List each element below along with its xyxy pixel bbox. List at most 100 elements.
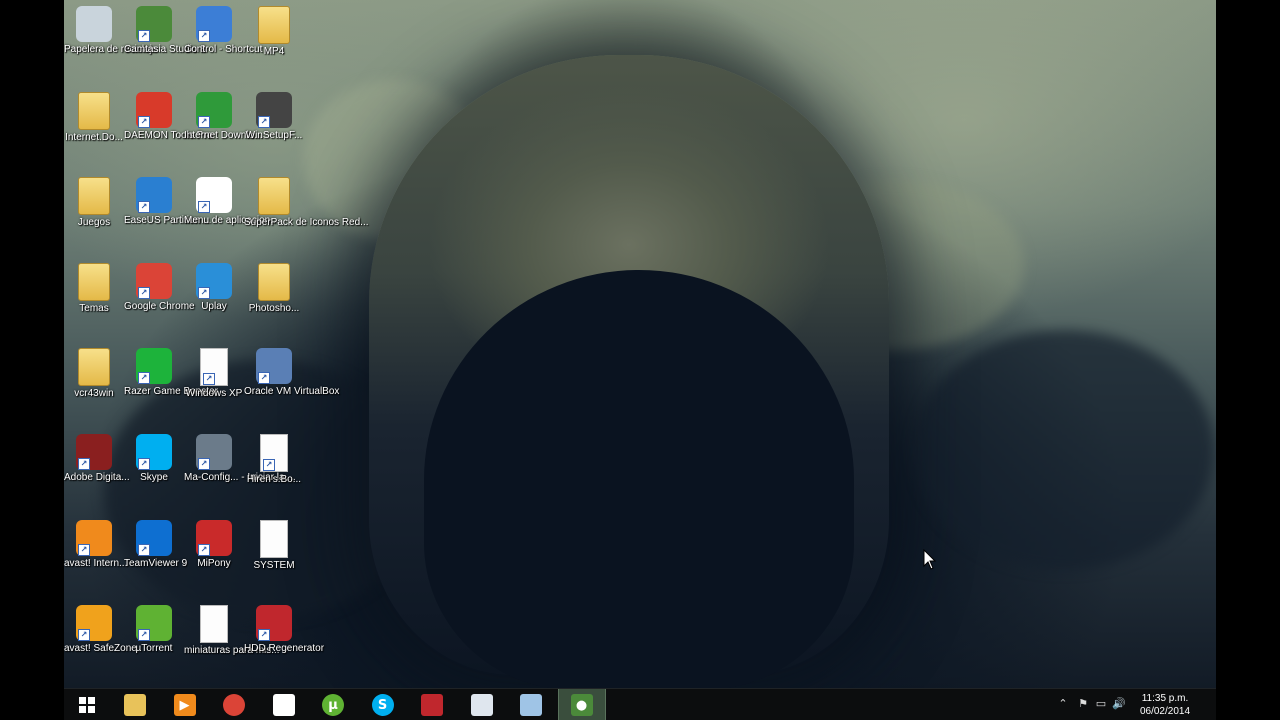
- shortcut-arrow-icon: ↗: [203, 373, 215, 385]
- shortcut-arrow-icon: ↗: [258, 629, 270, 641]
- desktop-icon-label: Uplay: [201, 301, 227, 312]
- chevron-up-icon[interactable]: ⌃: [1056, 697, 1070, 711]
- folder-chrome-icon: [258, 177, 290, 215]
- shortcut-arrow-icon: ↗: [138, 116, 150, 128]
- avast-icon: ↗: [76, 520, 112, 556]
- shortcut-arrow-icon: ↗: [138, 30, 150, 42]
- desktop-icon[interactable]: ↗ Adobe Digita...: [64, 428, 130, 510]
- folder-icon: [258, 263, 290, 301]
- desktop-icon[interactable]: Internet.Do...: [64, 86, 124, 168]
- desktop-icon[interactable]: ↗ avast! SafeZone: [64, 599, 137, 681]
- taskbar-button[interactable]: ▶: [162, 689, 208, 720]
- volume-icon[interactable]: 🔊: [1112, 697, 1126, 711]
- desktop-icon-label: Hiren's.Bo...: [246, 474, 302, 485]
- taskbar-button[interactable]: S: [360, 689, 406, 720]
- desktop-icon-label: EaseUS Partition ...: [124, 215, 212, 226]
- utorrent-icon: µ: [322, 694, 344, 716]
- file-explorer-icon: [124, 694, 146, 716]
- shortcut-arrow-icon: ↗: [138, 544, 150, 556]
- action-center-flag-icon[interactable]: ⚑: [1076, 697, 1090, 711]
- uplay-icon: ↗: [196, 263, 232, 299]
- desktop-icon-label: MP4: [263, 46, 285, 57]
- shortcut-arrow-icon: ↗: [78, 544, 90, 556]
- hdd-regenerator-icon: ↗: [256, 605, 292, 641]
- desktop-icon[interactable]: Temas: [64, 257, 124, 339]
- taskbar-button[interactable]: [261, 689, 307, 720]
- desktop-icon[interactable]: ↗ Skype: [124, 428, 184, 510]
- desktop-icon[interactable]: ↗ Oracle VM VirtualBox: [244, 342, 339, 424]
- desktop-icon[interactable]: Photosho...: [244, 257, 304, 339]
- daemon-tools-icon: ↗: [136, 92, 172, 128]
- desktop-screen: Papelera de reciclaje ↗ Camtasia Studio 8 ↗…: [64, 0, 1216, 720]
- desktop-icon-label: Photosho...: [248, 303, 300, 314]
- folder-icon: [78, 348, 110, 386]
- desktop-icon-label: SYSTEM: [253, 560, 295, 571]
- system-tray: ⌃ ⚑ ▭ 🔊 11:35 p.m. 06/02/2014: [1056, 689, 1216, 720]
- desktop-icon[interactable]: ↗ Google Chrome: [124, 257, 195, 339]
- teamviewer-icon: ↗: [136, 520, 172, 556]
- start-button[interactable]: [64, 689, 110, 720]
- desktop-icon[interactable]: ↗ TeamViewer 9: [124, 514, 188, 596]
- desktop-icon[interactable]: SuperPack de Iconos Red...: [244, 171, 369, 253]
- shortcut-arrow-icon: ↗: [138, 372, 150, 384]
- network-icon[interactable]: ▭: [1094, 697, 1108, 711]
- shortcut-arrow-icon: ↗: [198, 544, 210, 556]
- taskbar-button[interactable]: ●: [557, 689, 606, 720]
- desktop-icon[interactable]: Juegos: [64, 171, 124, 253]
- desktop-icon[interactable]: ↗ Menu de aplicacion...: [184, 171, 279, 253]
- desktop-icon[interactable]: ↗ Control - Shortcut: [184, 0, 263, 82]
- shortcut-arrow-icon: ↗: [263, 459, 275, 471]
- desktop-icon[interactable]: miniaturas para mis...: [184, 599, 280, 681]
- windows-start-icon: [79, 697, 95, 713]
- desktop-icon[interactable]: Papelera de reciclaje: [64, 0, 157, 82]
- desktop-icon[interactable]: ↗ Razer Game Booster: [124, 342, 218, 424]
- desktop-icon-label: Adobe Digita...: [64, 472, 130, 483]
- taskbar-button[interactable]: [211, 689, 257, 720]
- desktop-icon[interactable]: ↗ Hiren's.Bo...: [244, 428, 304, 510]
- desktop-icon-label: SuperPack de Iconos Red...: [244, 217, 369, 228]
- taskbar-clock[interactable]: 11:35 p.m. 06/02/2014: [1134, 692, 1196, 718]
- desktop-icon[interactable]: ↗ Uplay: [184, 257, 244, 339]
- taskbar-button[interactable]: [409, 689, 455, 720]
- desktop-icon-grid: Papelera de reciclaje ↗ Camtasia Studio 8 ↗…: [64, 0, 369, 688]
- idm-icon: ↗: [196, 92, 232, 128]
- desktop-icon[interactable]: SYSTEM: [244, 514, 304, 596]
- iso-file-icon: ↗: [260, 434, 288, 472]
- desktop-icon[interactable]: ↗ Internet Downlo...: [184, 86, 263, 168]
- control-panel-icon: ↗: [196, 6, 232, 42]
- desktop-icon[interactable]: ↗ EaseUS Partition ...: [124, 171, 212, 253]
- desktop-icon-label: Internet Downlo...: [184, 130, 263, 141]
- taskbar-button[interactable]: [508, 689, 554, 720]
- taskbar-button[interactable]: µ: [310, 689, 356, 720]
- desktop-icon[interactable]: ↗ Windows XP: [184, 342, 244, 424]
- shortcut-arrow-icon: ↗: [78, 629, 90, 641]
- adobe-digital-icon: ↗: [76, 434, 112, 470]
- desktop-icon[interactable]: ↗ Ma-Config... - Iniciar la ...: [184, 428, 296, 510]
- desktop-icon-label: µTorrent: [135, 643, 173, 654]
- utorrent-icon: ↗: [136, 605, 172, 641]
- desktop-icon-label: Skype: [140, 472, 168, 483]
- desktop-icon-label: HDD Regenerator: [244, 643, 325, 654]
- desktop-icon-label: Control - Shortcut: [184, 44, 263, 55]
- desktop-icon[interactable]: MP4: [244, 0, 304, 82]
- desktop-icon[interactable]: ↗ avast! Intern...: [64, 514, 128, 596]
- desktop-icon[interactable]: vcr43win: [64, 342, 124, 424]
- desktop-icon[interactable]: ↗ DAEMON Tools Pro: [124, 86, 212, 168]
- shortcut-arrow-icon: ↗: [198, 116, 210, 128]
- desktop-icon[interactable]: ↗ HDD Regenerator: [244, 599, 325, 681]
- desktop-icon-label: TeamViewer 9: [124, 558, 188, 569]
- blank-file-icon: [260, 520, 288, 558]
- desktop-icon[interactable]: ↗ WinSetupF...: [244, 86, 304, 168]
- notepad-icon: [520, 694, 542, 716]
- media-player-icon: ▶: [173, 694, 196, 716]
- window-app-icon: [470, 694, 493, 716]
- desktop-icon-label: Ma-Config... - Iniciar la ...: [184, 472, 296, 483]
- ma-config-icon: ↗: [196, 434, 232, 470]
- desktop-icon[interactable]: ↗ MiPony: [184, 514, 244, 596]
- taskbar-button[interactable]: [459, 689, 505, 720]
- desktop-icon[interactable]: ↗ Camtasia Studio 8: [124, 0, 206, 82]
- desktop-icon[interactable]: ↗ µTorrent: [124, 599, 184, 681]
- taskbar-button[interactable]: [112, 689, 158, 720]
- desktop-icon-label: avast! Intern...: [64, 558, 128, 569]
- virtualbox-icon: ↗: [256, 348, 292, 384]
